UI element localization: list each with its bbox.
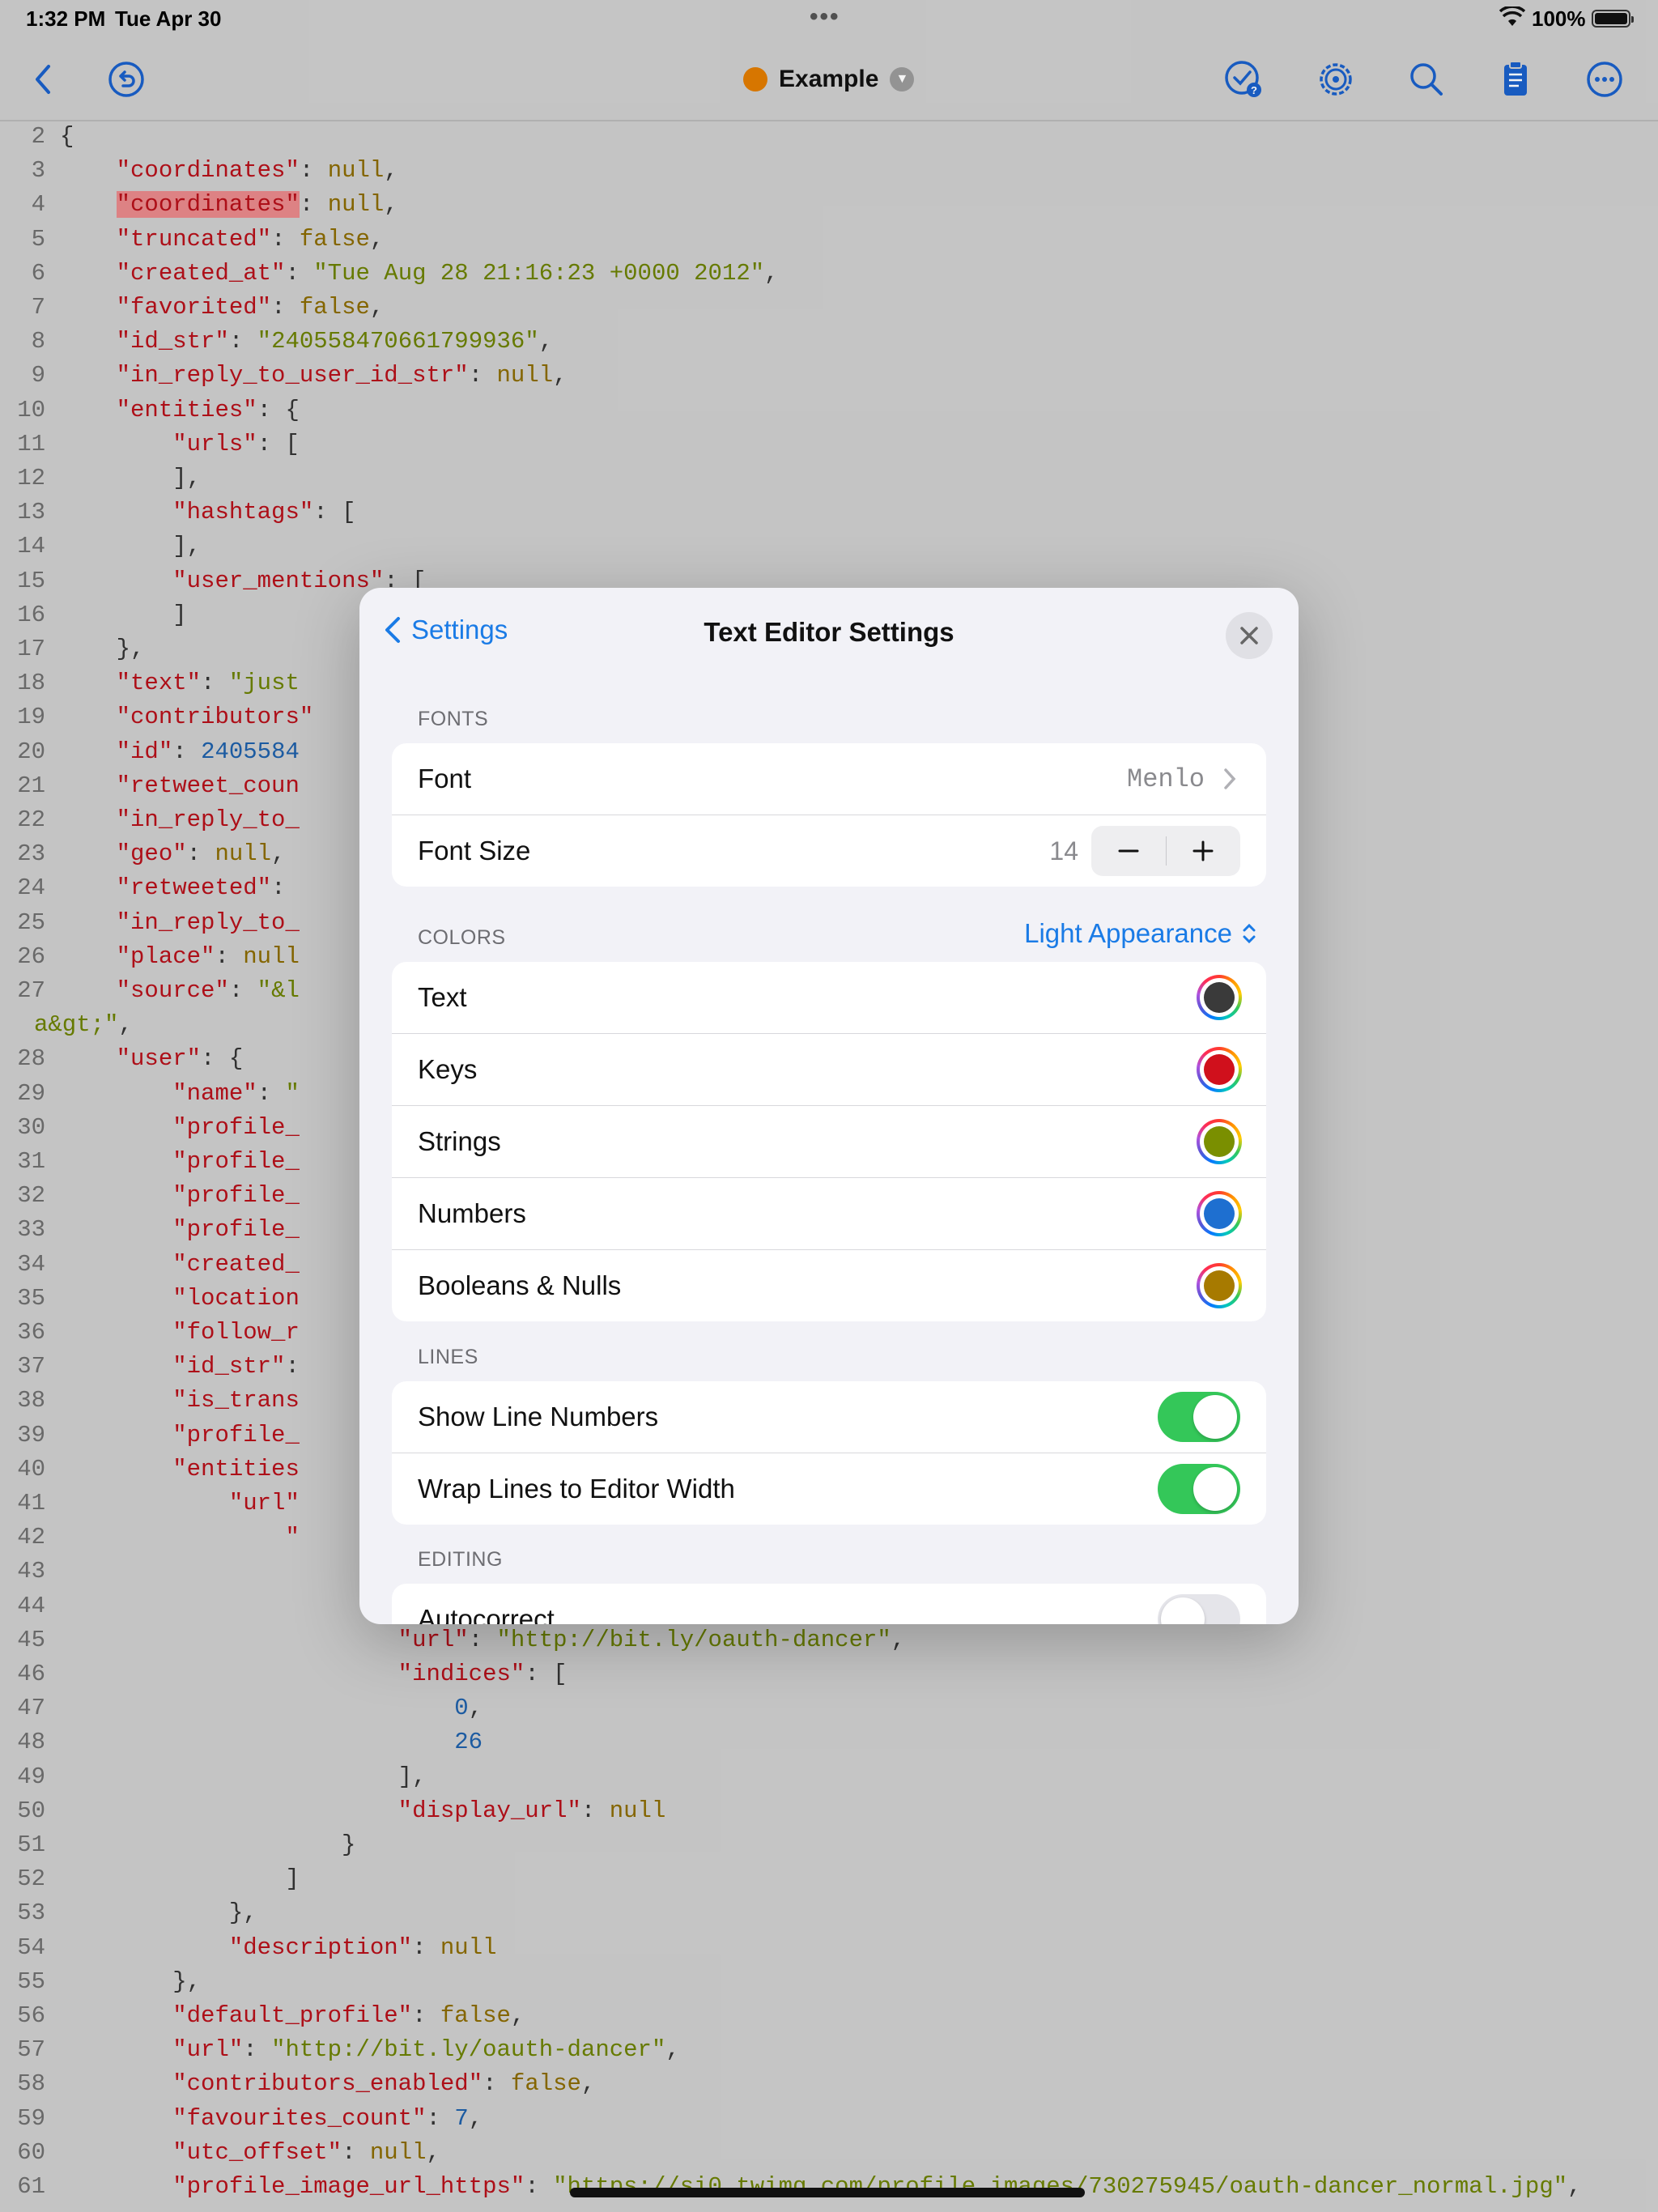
close-button[interactable]	[1226, 612, 1273, 659]
plus-icon	[1192, 840, 1214, 861]
fonts-section-label: FONTS	[418, 708, 489, 730]
color-well[interactable]	[1197, 1047, 1242, 1092]
color-row[interactable]: Text	[392, 962, 1266, 1034]
font-label: Font	[418, 764, 472, 793]
close-icon	[1240, 627, 1258, 644]
increment-button[interactable]	[1167, 826, 1241, 876]
font-size-value: 14	[1049, 836, 1078, 866]
appearance-label: Light Appearance	[1024, 918, 1232, 948]
color-label: Keys	[418, 1054, 478, 1084]
colors-section-label: COLORS	[418, 926, 506, 949]
decrement-button[interactable]	[1091, 826, 1166, 876]
color-label: Text	[418, 982, 467, 1012]
color-well[interactable]	[1197, 975, 1242, 1020]
chevron-right-icon	[1224, 768, 1236, 789]
sheet-header: Settings Text Editor Settings	[359, 588, 1299, 677]
color-label: Strings	[418, 1126, 501, 1156]
font-size-label: Font Size	[418, 836, 531, 866]
color-row[interactable]: Keys	[392, 1034, 1266, 1106]
color-well[interactable]	[1197, 1263, 1242, 1308]
font-value: Menlo	[1127, 764, 1237, 794]
appearance-selector[interactable]: Light Appearance	[1024, 918, 1258, 949]
font-size-row: Font Size 14	[392, 815, 1266, 887]
color-well[interactable]	[1197, 1119, 1242, 1164]
font-value-text: Menlo	[1126, 764, 1205, 794]
show-line-numbers-row: Show Line Numbers	[392, 1381, 1266, 1453]
color-label: Booleans & Nulls	[418, 1270, 622, 1300]
color-well[interactable]	[1197, 1191, 1242, 1236]
colors-group: Text Keys Strings Numbers Booleans & Nulls	[392, 962, 1266, 1321]
editing-group: Autocorrect	[392, 1584, 1266, 1624]
wrap-lines-row: Wrap Lines to Editor Width	[392, 1453, 1266, 1525]
home-indicator	[570, 2188, 1085, 2197]
fonts-group: Font Menlo Font Size 14	[392, 743, 1266, 887]
wrap-lines-toggle[interactable]	[1158, 1464, 1240, 1514]
font-row[interactable]: Font Menlo	[392, 743, 1266, 815]
show-line-numbers-toggle[interactable]	[1158, 1392, 1240, 1442]
autocorrect-row: Autocorrect	[392, 1584, 1266, 1624]
autocorrect-label: Autocorrect	[418, 1604, 555, 1624]
text-editor-settings-sheet: Settings Text Editor Settings FONTS Font…	[359, 588, 1299, 1624]
editing-section-label: EDITING	[418, 1548, 503, 1571]
wrap-lines-label: Wrap Lines to Editor Width	[418, 1474, 735, 1504]
color-row[interactable]: Strings	[392, 1106, 1266, 1178]
lines-group: Show Line Numbers Wrap Lines to Editor W…	[392, 1381, 1266, 1525]
sheet-title: Text Editor Settings	[704, 617, 954, 647]
show-line-numbers-label: Show Line Numbers	[418, 1402, 659, 1431]
color-label: Numbers	[418, 1198, 526, 1228]
chevron-up-down-icon	[1243, 923, 1256, 944]
minus-icon	[1118, 849, 1139, 853]
font-size-stepper[interactable]	[1091, 826, 1240, 876]
autocorrect-toggle[interactable]	[1158, 1594, 1240, 1624]
color-row[interactable]: Numbers	[392, 1178, 1266, 1250]
color-row[interactable]: Booleans & Nulls	[392, 1250, 1266, 1321]
lines-section-label: LINES	[418, 1346, 478, 1368]
